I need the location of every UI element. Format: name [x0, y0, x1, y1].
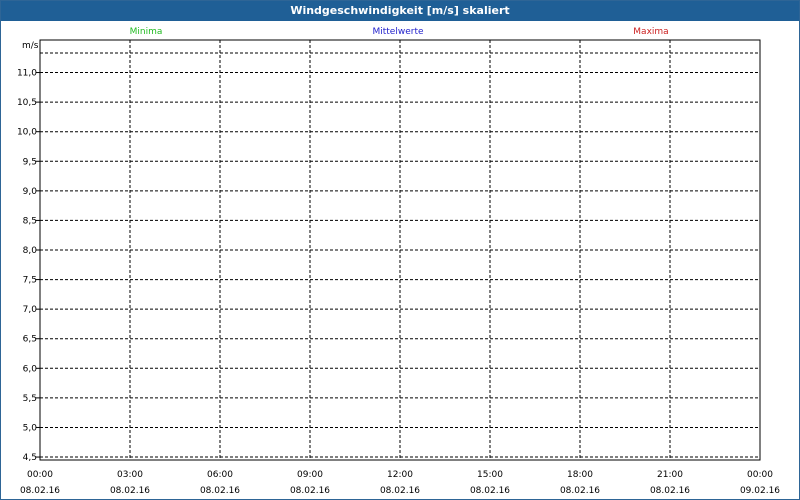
- x-tick-time: 21:00: [657, 470, 683, 480]
- y-tick-label: 7,0: [23, 305, 38, 315]
- x-tick-date: 08.02.16: [20, 486, 60, 496]
- x-tick-time: 03:00: [117, 470, 143, 480]
- x-tick-date: 08.02.16: [380, 486, 420, 496]
- legend-entry-maxima: Maxima: [633, 27, 668, 37]
- legend-entry-mittelwerte: Mittelwerte: [372, 27, 423, 37]
- x-tick-date: 08.02.16: [200, 486, 240, 496]
- chart-canvas: 4,5 5,0 5,5 6,0 6,5 7,0 7,5 8,0 8,5 9,0 9,5 10,0 10,…: [17, 27, 780, 496]
- legend-entry-minima: Minima: [130, 27, 163, 37]
- x-tick-time: 06:00: [207, 470, 233, 480]
- grid: [40, 40, 760, 460]
- y-tick-label: 8,5: [23, 216, 37, 226]
- x-tick-time: 00:00: [27, 470, 53, 480]
- x-tick-date: 08.02.16: [290, 486, 330, 496]
- x-tick-date: 08.02.16: [560, 486, 600, 496]
- x-tick-time: 15:00: [477, 470, 503, 480]
- x-tick-time: 09:00: [297, 470, 323, 480]
- y-tick-label: 9,0: [23, 187, 38, 197]
- x-tick-time: 12:00: [387, 470, 413, 480]
- y-axis-ticks: 4,5 5,0 5,5 6,0 6,5 7,0 7,5 8,0 8,5 9,0 9,5 10,0 10,…: [17, 69, 40, 463]
- x-tick-date: 09.02.16: [740, 486, 780, 496]
- y-tick-label: 7,5: [23, 276, 37, 286]
- y-tick-label: 10,5: [17, 98, 37, 108]
- y-tick-label: 8,0: [23, 246, 38, 256]
- y-tick-label: 10,0: [17, 128, 37, 138]
- y-axis-label: m/s: [22, 41, 39, 51]
- x-tick-date: 08.02.16: [470, 486, 510, 496]
- y-tick-label: 9,5: [23, 157, 37, 167]
- y-tick-label: 4,5: [23, 453, 37, 463]
- y-tick-label: 6,0: [23, 364, 38, 374]
- y-tick-label: 5,0: [23, 423, 38, 433]
- y-tick-label: 11,0: [17, 69, 37, 79]
- x-tick-date: 08.02.16: [650, 486, 690, 496]
- x-axis-ticks: 00:00 08.02.16 03:00 08.02.16 06:00 08.02.16 0…: [20, 470, 780, 496]
- x-tick-time: 18:00: [567, 470, 593, 480]
- legend: Minima Mittelwerte Maxima: [130, 27, 669, 37]
- y-tick-label: 5,5: [23, 394, 37, 404]
- x-tick-time: 00:00: [747, 470, 773, 480]
- y-tick-label: 6,5: [23, 335, 37, 345]
- x-tick-date: 08.02.16: [110, 486, 150, 496]
